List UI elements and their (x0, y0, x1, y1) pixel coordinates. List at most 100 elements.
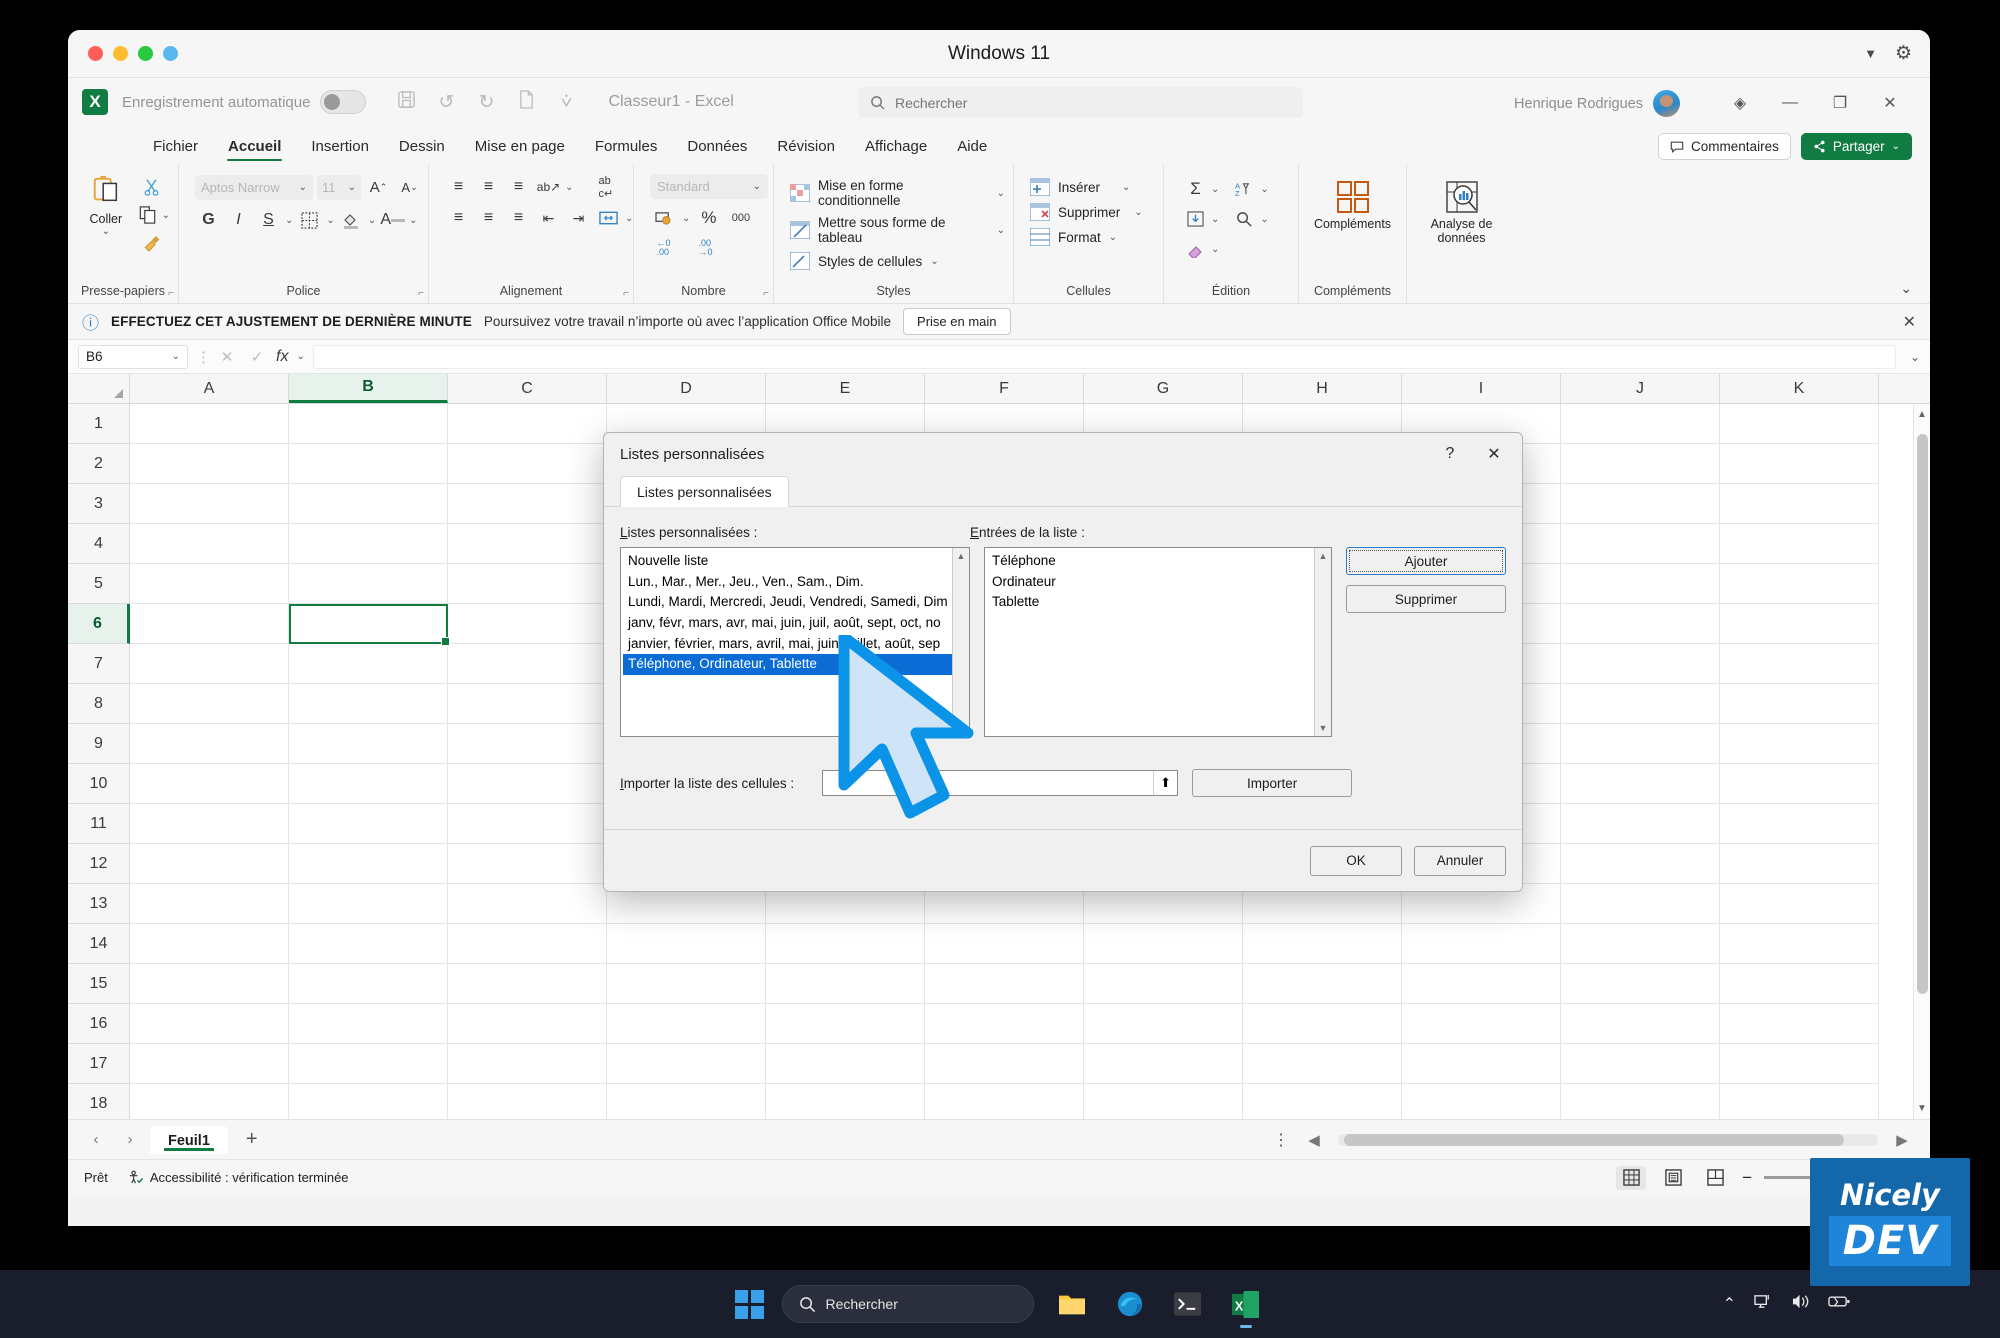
row-header-2[interactable]: 2 (68, 444, 130, 484)
cell-K11[interactable] (1720, 804, 1879, 844)
column-header-J[interactable]: J (1561, 374, 1720, 403)
cell-J3[interactable] (1561, 484, 1720, 524)
cell-A6[interactable] (130, 604, 289, 644)
format-painter-button[interactable] (138, 230, 166, 256)
chevron-down-icon[interactable]: ⌄ (296, 351, 304, 362)
tab-mise-en-page[interactable]: Mise en page (460, 134, 580, 164)
cell-J18[interactable] (1561, 1084, 1720, 1119)
get-started-button[interactable]: Prise en main (903, 308, 1011, 335)
range-picker-icon[interactable]: ⬆ (1153, 771, 1177, 795)
cell-H14[interactable] (1243, 924, 1402, 964)
decrease-font-size-button[interactable]: A ⌄ (396, 174, 423, 200)
cell-C2[interactable] (448, 444, 607, 484)
cell-J14[interactable] (1561, 924, 1720, 964)
cell-J9[interactable] (1561, 724, 1720, 764)
cell-K5[interactable] (1720, 564, 1879, 604)
chevron-down-icon[interactable]: ⌄ (997, 225, 1005, 236)
scroll-up-icon[interactable]: ▲ (1914, 409, 1930, 420)
format-cells-button[interactable]: Format ⌄ (1030, 228, 1117, 246)
chevron-down-icon[interactable]: ⌄ (565, 182, 573, 193)
custom-lists-listbox[interactable]: Nouvelle liste Lun., Mar., Mer., Jeu., V… (620, 547, 970, 737)
cell-F14[interactable] (925, 924, 1084, 964)
insert-cells-button[interactable]: Insérer ⌄ (1030, 178, 1130, 196)
maximize-button[interactable]: ❐ (1818, 88, 1862, 118)
tab-insertion[interactable]: Insertion (296, 134, 384, 164)
delete-cells-button[interactable]: Supprimer ⌄ (1030, 203, 1143, 221)
cell-G17[interactable] (1084, 1044, 1243, 1084)
cell-J15[interactable] (1561, 964, 1720, 1004)
close-button[interactable]: ✕ (1868, 88, 1912, 118)
cell-H17[interactable] (1243, 1044, 1402, 1084)
cell-B13[interactable] (289, 884, 448, 924)
autosum-button[interactable]: Σ (1182, 176, 1209, 202)
cell-C17[interactable] (448, 1044, 607, 1084)
cell-G18[interactable] (1084, 1084, 1243, 1119)
tab-dessin[interactable]: Dessin (384, 134, 460, 164)
conditional-formatting-button[interactable]: Mise en forme conditionnelle ⌄ (790, 178, 1005, 208)
scroll-down-icon[interactable]: ▼ (1315, 723, 1331, 733)
column-header-B[interactable]: B (289, 374, 448, 403)
cell-J10[interactable] (1561, 764, 1720, 804)
cell-A17[interactable] (130, 1044, 289, 1084)
chevron-down-icon[interactable]: ⌄ (1211, 184, 1219, 195)
chevron-down-icon[interactable]: ⌄ (1260, 184, 1268, 195)
increase-font-size-button[interactable]: A ⌃ (365, 174, 392, 200)
hscroll-right-icon[interactable]: ▶ (1888, 1131, 1916, 1149)
confirm-edit-icon[interactable]: ✓ (246, 348, 268, 366)
add-list-button[interactable]: Ajouter (1346, 547, 1506, 575)
chevron-down-icon[interactable]: ⌄ (1122, 182, 1130, 193)
cell-D16[interactable] (607, 1004, 766, 1044)
cell-B9[interactable] (289, 724, 448, 764)
search-input[interactable]: Rechercher (858, 87, 1303, 118)
cell-styles-button[interactable]: Styles de cellules ⌄ (790, 252, 939, 270)
copy-button[interactable] (134, 202, 162, 228)
paste-button[interactable]: Coller ⌄ (82, 174, 130, 237)
cell-E15[interactable] (766, 964, 925, 1004)
merge-cells-button[interactable] (595, 205, 622, 231)
cell-C8[interactable] (448, 684, 607, 724)
font-dialog-launcher-icon[interactable]: ⌐ (418, 288, 424, 299)
minimize-button[interactable]: — (1768, 88, 1812, 118)
terminal-icon[interactable] (1168, 1284, 1208, 1324)
borders-button[interactable] (296, 207, 323, 233)
cell-H18[interactable] (1243, 1084, 1402, 1119)
chevron-down-icon[interactable]: ⌄ (162, 210, 170, 221)
row-header-11[interactable]: 11 (68, 804, 130, 844)
row-header-7[interactable]: 7 (68, 644, 130, 684)
cell-A16[interactable] (130, 1004, 289, 1044)
cell-I18[interactable] (1402, 1084, 1561, 1119)
row-header-8[interactable]: 8 (68, 684, 130, 724)
insert-function-icon[interactable]: fx (276, 348, 288, 366)
cell-F16[interactable] (925, 1004, 1084, 1044)
list-item[interactable]: Téléphone (987, 551, 1329, 572)
chevron-up-icon[interactable]: ⌃ (1723, 1294, 1736, 1314)
cell-A2[interactable] (130, 444, 289, 484)
cell-A12[interactable] (130, 844, 289, 884)
cell-A13[interactable] (130, 884, 289, 924)
normal-view-icon[interactable] (1616, 1165, 1647, 1190)
cell-D15[interactable] (607, 964, 766, 1004)
import-range-input[interactable]: ⬆ (822, 770, 1179, 796)
chevron-down-icon[interactable]: ⌄ (1134, 207, 1142, 218)
cell-K9[interactable] (1720, 724, 1879, 764)
fill-color-button[interactable] (338, 207, 365, 233)
listbox-scrollbar[interactable]: ▲ ▼ (952, 548, 969, 736)
collapse-ribbon-icon[interactable]: ⌄ (1900, 280, 1912, 297)
format-as-table-button[interactable]: Mettre sous forme de tableau ⌄ (790, 215, 1005, 245)
accessibility-status[interactable]: Accessibilité : vérification terminée (128, 1170, 349, 1185)
cell-J12[interactable] (1561, 844, 1720, 884)
list-item[interactable]: Nouvelle liste (623, 551, 967, 572)
page-break-view-icon[interactable] (1700, 1166, 1730, 1190)
import-button[interactable]: Importer (1192, 769, 1353, 797)
cell-D17[interactable] (607, 1044, 766, 1084)
currency-format-button[interactable] (650, 205, 677, 231)
cell-B7[interactable] (289, 644, 448, 684)
cell-A15[interactable] (130, 964, 289, 1004)
cell-C1[interactable] (448, 404, 607, 444)
column-header-K[interactable]: K (1720, 374, 1879, 403)
chevron-down-icon[interactable]: ⌄ (682, 213, 690, 224)
cell-D14[interactable] (607, 924, 766, 964)
cell-C18[interactable] (448, 1084, 607, 1119)
addins-button[interactable]: Compléments (1310, 180, 1396, 231)
cell-A7[interactable] (130, 644, 289, 684)
